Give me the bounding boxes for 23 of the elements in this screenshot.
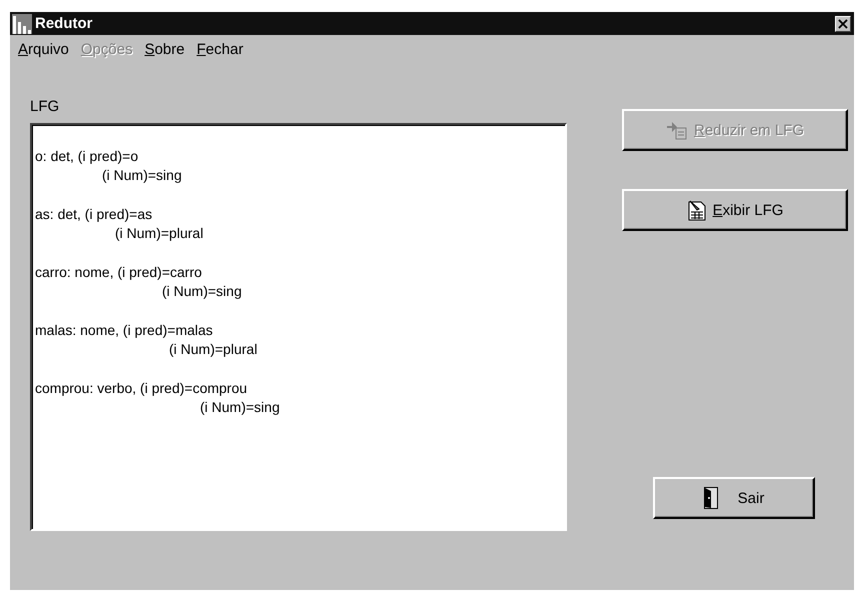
window-title: Redutor bbox=[35, 15, 94, 32]
document-pen-icon bbox=[686, 199, 707, 221]
exit-button[interactable]: Sair bbox=[653, 477, 815, 519]
arrow-document-icon bbox=[666, 120, 688, 140]
text-line: malas: nome, (i pred)=malas bbox=[35, 321, 213, 340]
text-line: o: det, (i pred)=o bbox=[35, 147, 138, 166]
menu-item[interactable]: Sobre bbox=[144, 41, 185, 58]
field-label: LFG bbox=[30, 98, 60, 115]
show-button[interactable]: Exibir LFG bbox=[622, 189, 848, 231]
bar-chart-icon bbox=[12, 14, 32, 34]
text-line: (i Num)=plural bbox=[115, 224, 204, 243]
text-line: (i Num)=sing bbox=[162, 282, 242, 301]
text-line: (i Num)=sing bbox=[102, 166, 182, 185]
menu-item[interactable]: Arquivo bbox=[18, 41, 69, 58]
text-line: (i Num)=sing bbox=[200, 398, 280, 417]
text-line: carro: nome, (i pred)=carro bbox=[35, 263, 202, 282]
text-line: comprou: verbo, (i pred)=comprou bbox=[35, 379, 248, 398]
text-line: (i Num)=plural bbox=[169, 340, 258, 359]
close-button[interactable]: × bbox=[835, 16, 851, 32]
lfg-text-area[interactable]: o: det, (i pred)=o (i Num)=sing as: det, (i pred)=as (i Num)=plural carro: nome, (i pred)=carro (i Num)=sing malas: nome, (i pred)=malas (i Num)=plural comprou: verbo, (i pred)=comprou (i Num)=sing bbox=[30, 123, 567, 531]
text-line: as: det, (i pred)=as bbox=[35, 205, 152, 224]
menu-item[interactable]: Fechar bbox=[196, 41, 244, 58]
door-icon bbox=[704, 487, 718, 509]
